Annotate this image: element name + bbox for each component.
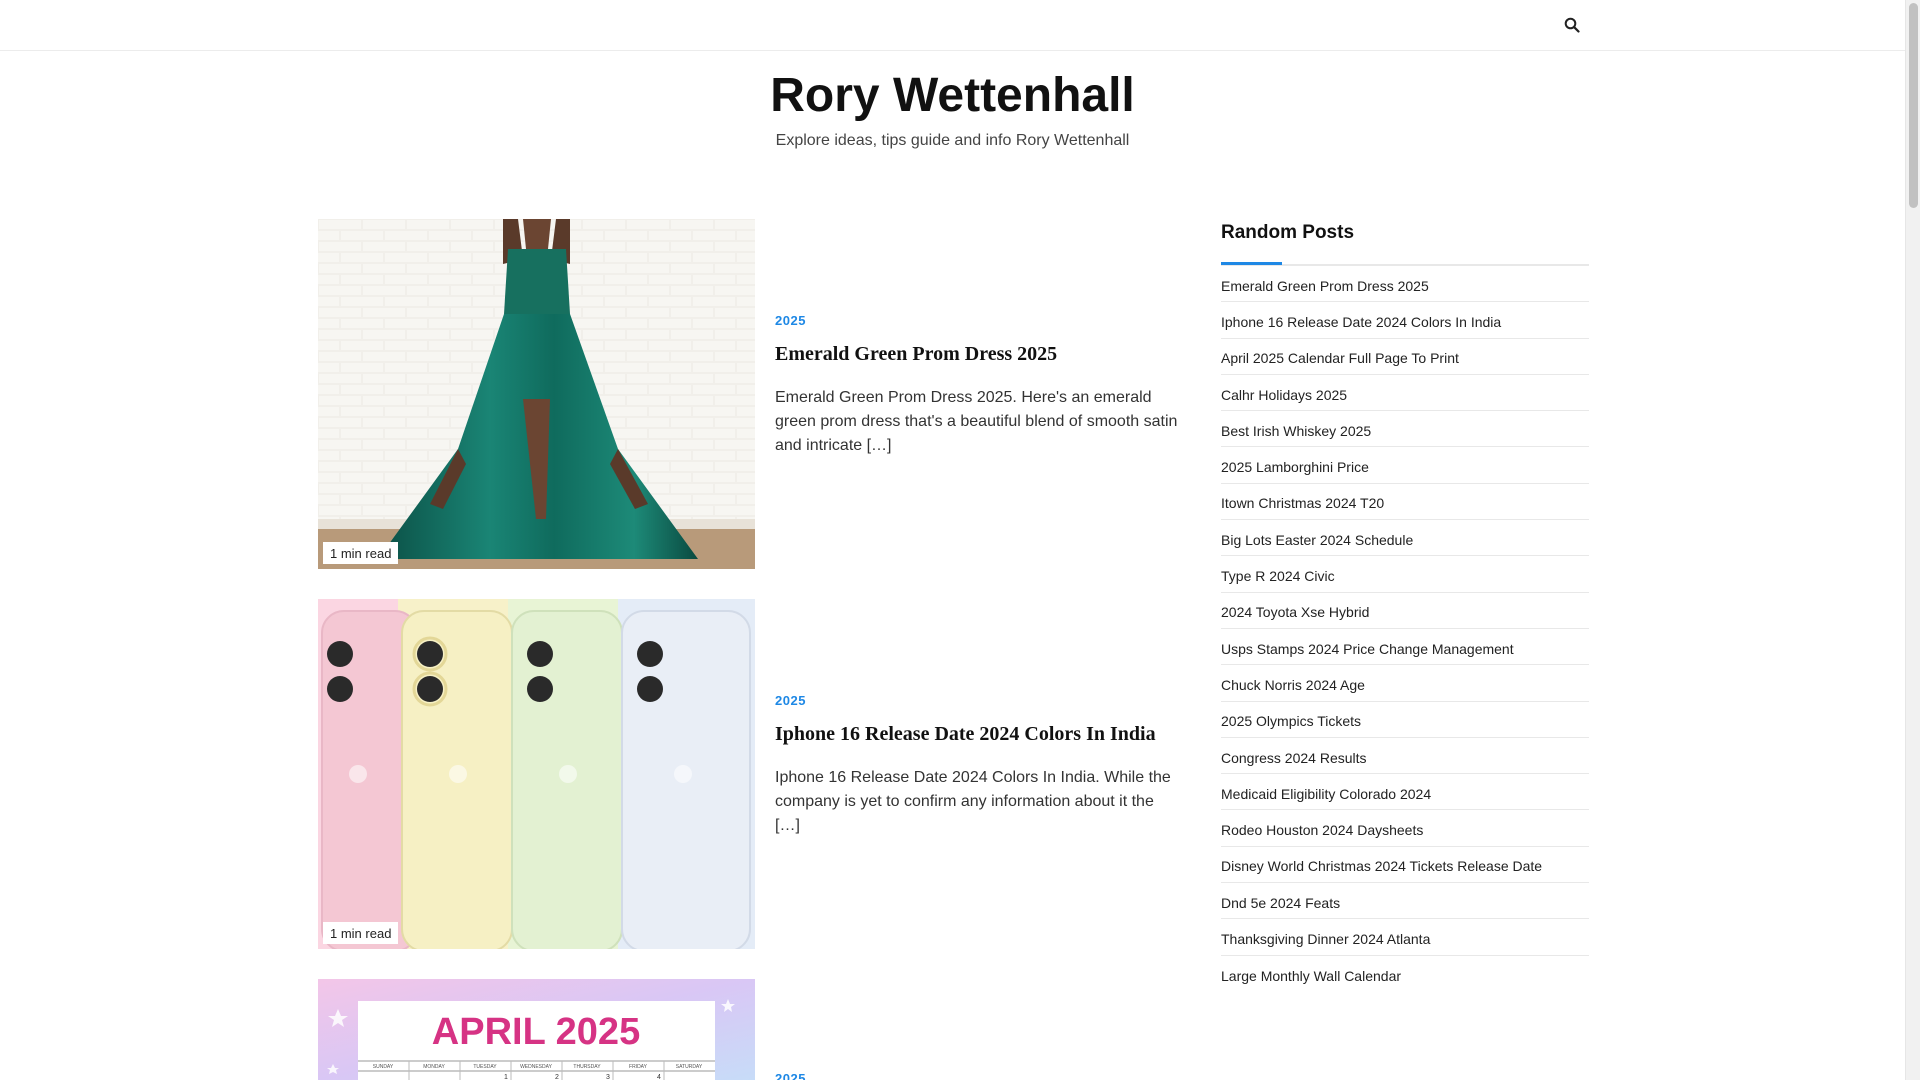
top-bar — [0, 0, 1905, 51]
random-post-link[interactable]: Type R 2024 Civic — [1221, 556, 1589, 593]
search-icon[interactable] — [1564, 17, 1580, 33]
post-excerpt: Emerald Green Prom Dress 2025. Here's an… — [775, 389, 1178, 454]
post-excerpt: Iphone 16 Release Date 2024 Colors In In… — [775, 769, 1171, 834]
calendar-date: 2 — [555, 1074, 559, 1080]
read-time-badge: 1 min read — [323, 922, 399, 944]
post-category-link[interactable]: 2025 — [775, 693, 806, 708]
site-tagline: Explore ideas, tips guide and info Rory … — [775, 132, 1130, 149]
random-post-link[interactable]: Medicaid Eligibility Colorado 2024 — [1221, 774, 1589, 811]
weekday-label: THURSDAY — [573, 1064, 601, 1070]
search-button[interactable] — [1560, 13, 1584, 37]
post-title[interactable]: Emerald Green Prom Dress 2025 — [775, 343, 1057, 366]
scrollbar-thumb[interactable] — [1909, 3, 1918, 208]
random-post-link[interactable]: Best Irish Whiskey 2025 — [1221, 411, 1589, 448]
post-thumbnail[interactable]: APRIL 2025 SUNDAY MONDAY TUESDAY WEDNESD… — [318, 979, 755, 1080]
random-post-link[interactable]: Itown Christmas 2024 T20 — [1221, 484, 1589, 521]
random-post-link[interactable]: Thanksgiving Dinner 2024 Atlanta — [1221, 919, 1589, 956]
widget-title: Random Posts — [1221, 222, 1355, 243]
weekday-label: SATURDAY — [676, 1064, 703, 1070]
random-post-link[interactable]: Congress 2024 Results — [1221, 738, 1589, 775]
post-category-link[interactable]: 2025 — [775, 1071, 806, 1080]
random-post-link[interactable]: Chuck Norris 2024 Age — [1221, 665, 1589, 702]
sidebar-random-posts: Random Posts Emerald Green Prom Dress 20… — [1221, 218, 1589, 992]
random-post-link[interactable]: 2025 Lamborghini Price — [1221, 447, 1589, 484]
post-card: 1 min read 2025 Iphone 16 Release Date 2… — [318, 599, 1178, 949]
random-post-link[interactable]: April 2025 Calendar Full Page To Print — [1221, 339, 1589, 375]
calendar-heading: APRIL 2025 — [432, 1011, 640, 1053]
random-post-link[interactable]: 2025 Olympics Tickets — [1221, 702, 1589, 738]
weekday-label: MONDAY — [423, 1064, 445, 1070]
random-post-link[interactable]: Disney World Christmas 2024 Tickets Rele… — [1221, 847, 1589, 884]
weekday-label: WEDNESDAY — [520, 1064, 553, 1070]
random-post-link[interactable]: Dnd 5e 2024 Feats — [1221, 883, 1589, 920]
post-card: 1 min read 2025 Emerald Green Prom Dress… — [318, 219, 1178, 569]
random-post-link[interactable]: Iphone 16 Release Date 2024 Colors In In… — [1221, 302, 1589, 339]
site-header: Rory Wettenhall Explore ideas, tips guid… — [0, 51, 1905, 150]
post-title[interactable]: Iphone 16 Release Date 2024 Colors In In… — [775, 723, 1156, 746]
random-post-link[interactable]: Emerald Green Prom Dress 2025 — [1221, 266, 1589, 303]
post-thumbnail[interactable]: 1 min read — [318, 599, 755, 949]
site-title[interactable]: Rory Wettenhall — [770, 68, 1135, 124]
calendar-image: APRIL 2025 SUNDAY MONDAY TUESDAY WEDNESD… — [318, 979, 755, 1080]
post-thumbnail[interactable]: 1 min read — [318, 219, 755, 569]
random-post-link[interactable]: Large Monthly Wall Calendar — [1221, 956, 1589, 992]
random-posts-list: Emerald Green Prom Dress 2025 Iphone 16 … — [1221, 266, 1589, 992]
random-post-link[interactable]: Calhr Holidays 2025 — [1221, 375, 1589, 412]
weekday-label: FRIDAY — [629, 1064, 648, 1070]
calendar-date: 3 — [606, 1074, 610, 1080]
random-post-link[interactable]: Big Lots Easter 2024 Schedule — [1221, 520, 1589, 557]
random-post-link[interactable]: Usps Stamps 2024 Price Change Management — [1221, 629, 1589, 666]
random-post-link[interactable]: Rodeo Houston 2024 Daysheets — [1221, 810, 1589, 847]
post-card: APRIL 2025 SUNDAY MONDAY TUESDAY WEDNESD… — [318, 979, 1178, 1080]
calendar-date: 1 — [504, 1074, 508, 1080]
read-time-badge: 1 min read — [323, 542, 399, 564]
weekday-label: TUESDAY — [473, 1064, 497, 1070]
widget-title-underline — [1221, 262, 1589, 266]
post-category-link[interactable]: 2025 — [775, 313, 806, 328]
iphone-colors-image — [318, 599, 755, 949]
page-scrollbar[interactable] — [1905, 0, 1920, 1080]
weekday-label: SUNDAY — [373, 1064, 394, 1070]
random-post-link[interactable]: 2024 Toyota Xse Hybrid — [1221, 593, 1589, 629]
calendar-date: 4 — [657, 1074, 661, 1080]
prom-dress-image — [318, 219, 755, 569]
